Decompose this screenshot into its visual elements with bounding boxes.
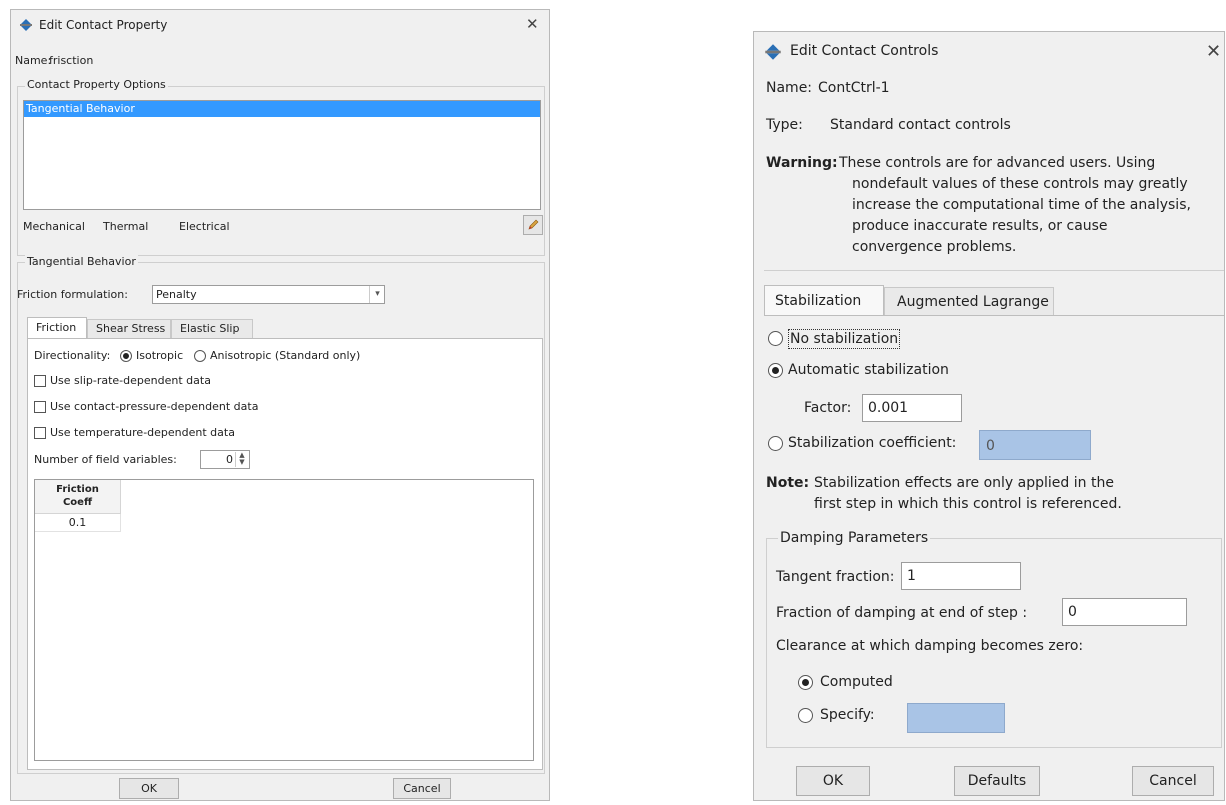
stabilization-coefficient-radio[interactable] xyxy=(768,436,783,451)
cancel-button[interactable]: Cancel xyxy=(1132,766,1214,796)
factor-label: Factor: xyxy=(804,400,852,416)
name-label: Name: xyxy=(15,54,52,67)
temperature-checkbox[interactable] xyxy=(34,427,46,439)
computed-label: Computed xyxy=(820,674,893,690)
no-stabilization-radio[interactable] xyxy=(768,331,783,346)
abaqus-dialog-icon xyxy=(765,44,781,60)
automatic-stabilization-label: Automatic stabilization xyxy=(788,362,949,378)
table-cell[interactable]: 0.1 xyxy=(35,514,121,532)
dialog-title: Edit Contact Property xyxy=(39,18,168,32)
anisotropic-radio[interactable] xyxy=(194,350,206,362)
menu-electrical[interactable]: Electrical xyxy=(179,220,230,234)
edit-contact-property-dialog: Edit Contact Property ✕ Name: frisction … xyxy=(10,9,550,801)
fraction-end-input[interactable]: 0 xyxy=(1062,598,1187,626)
specify-input[interactable] xyxy=(907,703,1005,733)
chevron-down-icon[interactable]: ▾ xyxy=(369,286,385,303)
slip-rate-checkbox[interactable] xyxy=(34,375,46,387)
tab-stabilization[interactable]: Stabilization xyxy=(764,285,884,315)
tangential-behavior-title: Tangential Behavior xyxy=(25,255,138,269)
edit-pencil-button[interactable] xyxy=(523,215,543,235)
tab-shear-stress[interactable]: Shear Stress xyxy=(87,319,171,338)
friction-formulation-label: Friction formulation: xyxy=(17,288,128,301)
close-icon[interactable]: ✕ xyxy=(526,15,539,33)
tab-friction[interactable]: Friction xyxy=(27,317,87,338)
defaults-button[interactable]: Defaults xyxy=(954,766,1040,796)
warning-line: convergence problems. xyxy=(852,239,1017,255)
fraction-end-label: Fraction of damping at end of step : xyxy=(776,605,1028,621)
close-icon[interactable]: ✕ xyxy=(1206,41,1221,62)
anisotropic-label: Anisotropic (Standard only) xyxy=(210,349,361,362)
cancel-button[interactable]: Cancel xyxy=(393,778,451,799)
tab-elastic-slip[interactable]: Elastic Slip xyxy=(171,319,253,338)
ok-button[interactable]: OK xyxy=(119,778,179,799)
automatic-stabilization-radio[interactable] xyxy=(768,363,783,378)
contact-pressure-checkbox[interactable] xyxy=(34,401,46,413)
friction-tab-panel: Directionality: Isotropic Anisotropic (S… xyxy=(27,338,543,770)
warning-label: Warning: xyxy=(766,155,838,171)
specify-label: Specify: xyxy=(820,707,875,723)
computed-radio[interactable] xyxy=(798,675,813,690)
dialog-title: Edit Contact Controls xyxy=(790,43,939,59)
stabilization-coefficient-label: Stabilization coefficient: xyxy=(788,435,957,451)
type-value: Standard contact controls xyxy=(830,117,1011,133)
warning-line: These controls are for advanced users. U… xyxy=(839,155,1156,171)
option-tangential-behavior[interactable]: Tangential Behavior xyxy=(24,101,540,117)
spinner-arrows-icon[interactable]: ▲ ▼ xyxy=(235,452,248,467)
menu-mechanical[interactable]: Mechanical xyxy=(23,220,85,234)
specify-radio[interactable] xyxy=(798,708,813,723)
ok-button[interactable]: OK xyxy=(796,766,870,796)
note-line: Stabilization effects are only applied i… xyxy=(814,475,1114,491)
type-label: Type: xyxy=(766,117,803,133)
warning-line: produce inaccurate results, or cause xyxy=(852,218,1108,234)
menu-thermal[interactable]: Thermal xyxy=(103,220,148,234)
tab-baseline xyxy=(764,315,1224,316)
tangent-fraction-input[interactable]: 1 xyxy=(901,562,1021,590)
tab-augmented-lagrange[interactable]: Augmented Lagrange xyxy=(884,287,1054,315)
edit-contact-controls-dialog: Edit Contact Controls ✕ Name: ContCtrl-1… xyxy=(753,31,1225,801)
name-label: Name: xyxy=(766,80,813,96)
field-variables-label: Number of field variables: xyxy=(34,453,177,466)
table-header-friction-coeff: Friction Coeff xyxy=(35,480,121,514)
damping-parameters-title: Damping Parameters xyxy=(778,529,931,547)
contact-property-options-list[interactable]: Tangential Behavior xyxy=(23,100,541,210)
isotropic-radio[interactable] xyxy=(120,350,132,362)
abaqus-dialog-icon xyxy=(20,19,32,31)
friction-formulation-select[interactable]: Penalty ▾ xyxy=(152,285,385,304)
name-value: frisction xyxy=(49,54,94,67)
divider xyxy=(764,270,1224,271)
stabilization-coefficient-input[interactable]: 0 xyxy=(979,430,1091,460)
pencil-icon xyxy=(528,219,539,230)
directionality-label: Directionality: xyxy=(34,349,111,362)
isotropic-label: Isotropic xyxy=(136,349,184,362)
warning-line: nondefault values of these controls may … xyxy=(852,176,1188,192)
contact-property-options-label: Contact Property Options xyxy=(25,78,168,92)
temperature-label: Use temperature-dependent data xyxy=(50,426,235,439)
field-variables-spinner[interactable]: 0 ▲ ▼ xyxy=(200,450,250,469)
clearance-label: Clearance at which damping becomes zero: xyxy=(776,638,1084,654)
note-label: Note: xyxy=(766,475,810,491)
name-value: ContCtrl-1 xyxy=(818,80,890,96)
friction-coeff-table[interactable]: Friction Coeff 0.1 xyxy=(34,479,534,761)
tangent-fraction-label: Tangent fraction: xyxy=(776,569,895,585)
contact-pressure-label: Use contact-pressure-dependent data xyxy=(50,400,259,413)
factor-input[interactable]: 0.001 xyxy=(862,394,962,422)
no-stabilization-label: No stabilization xyxy=(788,329,901,349)
warning-line: increase the computational time of the a… xyxy=(852,197,1191,213)
slip-rate-label: Use slip-rate-dependent data xyxy=(50,374,211,387)
note-line: first step in which this control is refe… xyxy=(814,496,1122,512)
